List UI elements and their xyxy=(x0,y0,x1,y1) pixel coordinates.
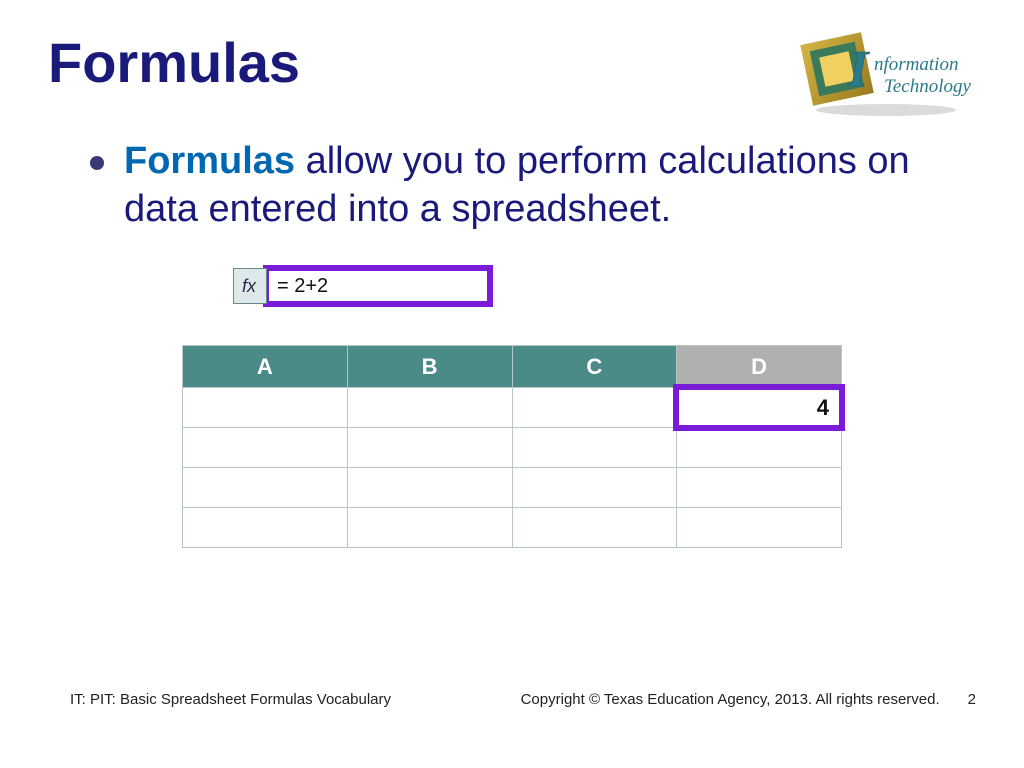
bullet-item: Formulas allow you to perform calculatio… xyxy=(48,138,976,233)
cell xyxy=(512,468,677,508)
cell xyxy=(512,428,677,468)
slide-footer: IT: PIT: Basic Spreadsheet Formulas Voca… xyxy=(70,691,976,708)
formula-input-highlight: = 2+2 xyxy=(263,265,493,307)
result-cell: 4 xyxy=(677,388,842,428)
cell xyxy=(183,508,348,548)
bullet-dot-icon xyxy=(90,156,104,170)
cell xyxy=(677,428,842,468)
cell xyxy=(347,428,512,468)
svg-text:Technology: Technology xyxy=(884,76,971,97)
cell xyxy=(183,468,348,508)
cell xyxy=(512,508,677,548)
cell xyxy=(347,468,512,508)
spreadsheet-table: A B C D 4 xyxy=(182,345,842,548)
col-header-b: B xyxy=(347,346,512,388)
footer-left: IT: PIT: Basic Spreadsheet Formulas Voca… xyxy=(70,691,391,708)
result-cell-highlight: 4 xyxy=(673,384,845,431)
cell xyxy=(347,388,512,428)
cell xyxy=(677,468,842,508)
col-header-d: D xyxy=(677,346,842,388)
formula-bar: fx = 2+2 xyxy=(233,265,976,307)
svg-text:nformation: nformation xyxy=(874,54,958,75)
footer-copyright: Copyright © Texas Education Agency, 2013… xyxy=(521,691,940,708)
bullet-text: Formulas allow you to perform calculatio… xyxy=(124,138,976,233)
bullet-highlight: Formulas xyxy=(124,140,295,182)
cell xyxy=(347,508,512,548)
cell xyxy=(512,388,677,428)
slide-title: Formulas xyxy=(48,30,300,95)
footer-page-number: 2 xyxy=(968,691,976,708)
cell xyxy=(183,388,348,428)
col-header-a: A xyxy=(183,346,348,388)
fx-label: fx xyxy=(233,268,267,304)
cell xyxy=(183,428,348,468)
it-logo: I nformation Technology xyxy=(796,30,976,120)
col-header-c: C xyxy=(512,346,677,388)
svg-text:I: I xyxy=(847,41,870,98)
cell xyxy=(677,508,842,548)
